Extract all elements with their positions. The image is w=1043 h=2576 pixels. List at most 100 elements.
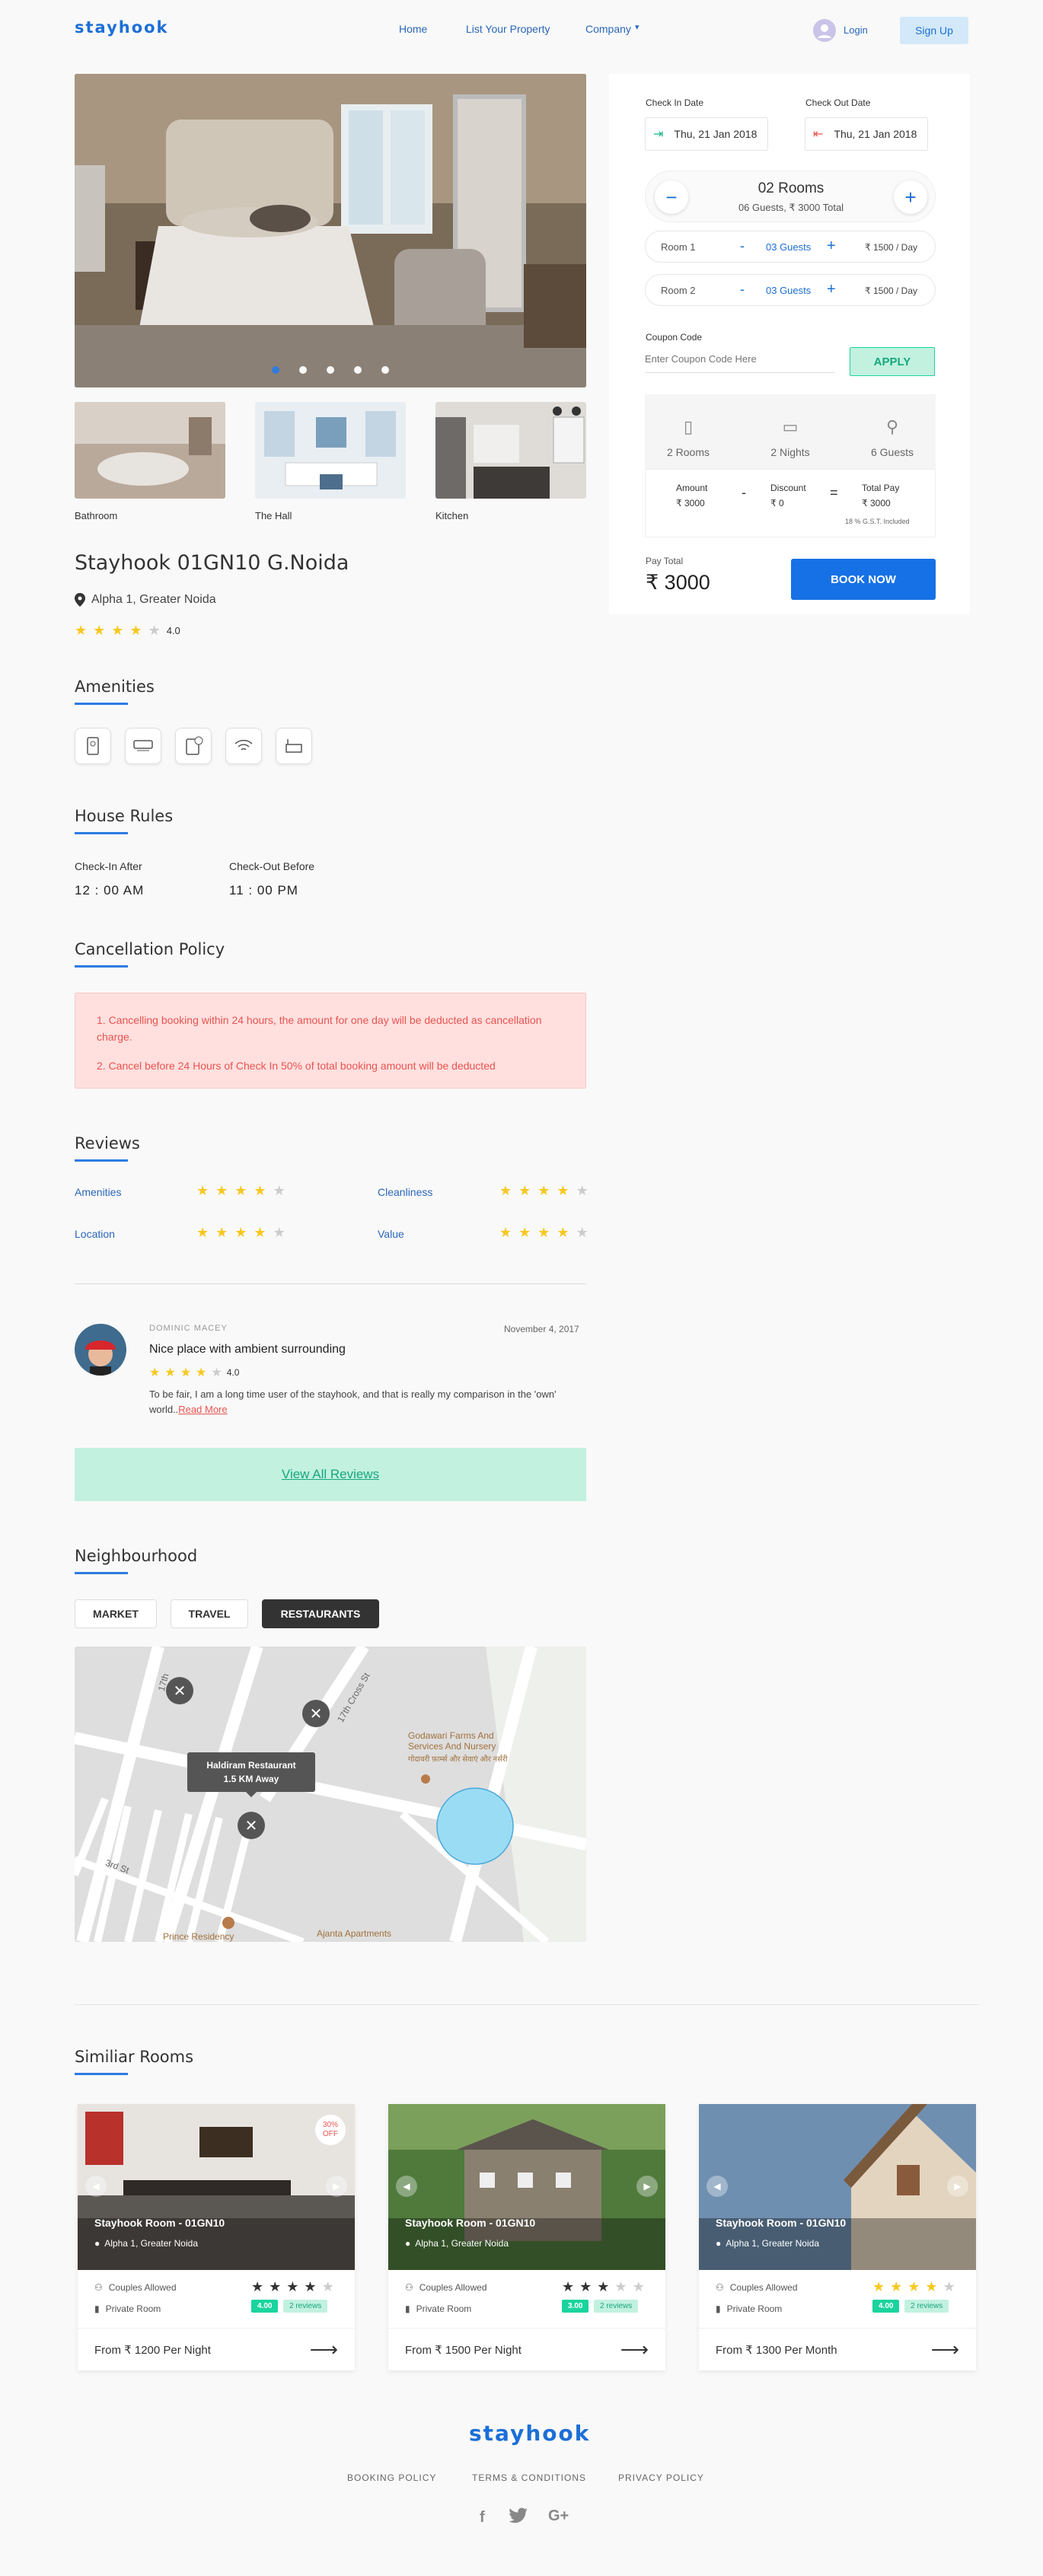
carousel-dot[interactable]: [299, 366, 307, 374]
increase-rooms-button[interactable]: +: [894, 180, 927, 214]
chevron-left-icon[interactable]: ◀: [706, 2176, 728, 2197]
thumb-bathroom[interactable]: [75, 402, 225, 499]
similar-room-card[interactable]: ◀ ▶ Stayhook Room - 01GN10 ● Alpha 1, Gre…: [699, 2104, 976, 2370]
increase-guests-button[interactable]: +: [827, 281, 836, 298]
carousel-dot[interactable]: [381, 366, 389, 374]
room-price: From ₹ 1300 Per Month: [716, 2343, 837, 2357]
review-stars: ★ ★ ★ ★ ★: [196, 1225, 285, 1240]
chevron-right-icon[interactable]: ▶: [947, 2176, 968, 2197]
neighbourhood-heading: Neighbourhood: [75, 1547, 198, 1574]
similar-rooms-heading: Similiar Rooms: [75, 2048, 194, 2075]
room-footer: From ₹ 1300 Per Month ⟶: [699, 2328, 976, 2370]
read-more-link[interactable]: Read More: [178, 1404, 227, 1415]
room-price: From ₹ 1500 Per Night: [405, 2343, 522, 2357]
increase-guests-button[interactable]: +: [827, 238, 836, 255]
arrow-right-icon[interactable]: ⟶: [620, 2338, 649, 2361]
coupon-input[interactable]: [645, 346, 835, 373]
pay-total-label: Pay Total: [646, 556, 684, 566]
checkout-date-value: Thu, 21 Jan 2018: [834, 128, 917, 140]
chevron-down-icon: ▾: [635, 23, 640, 32]
tab-travel[interactable]: TRAVEL: [171, 1599, 248, 1628]
room-name: Stayhook Room - 01GN10: [94, 2217, 225, 2229]
room-row: Room 1 - 03 Guests + ₹ 1500 / Day: [645, 231, 936, 263]
chevron-left-icon[interactable]: ◀: [396, 2176, 417, 2197]
arrow-right-icon[interactable]: ⟶: [310, 2338, 338, 2361]
footer-logo[interactable]: stayhook: [469, 2421, 590, 2446]
google-plus-icon[interactable]: G+: [548, 2507, 569, 2525]
feature-private: ▮ Private Room: [405, 2303, 471, 2314]
terms-link[interactable]: TERMS & CONDITIONS: [472, 2472, 586, 2483]
booking-policy-link[interactable]: BOOKING POLICY: [347, 2472, 436, 2483]
logo[interactable]: stayhook: [75, 18, 169, 37]
neighbourhood-map[interactable]: 17th 17th Cross St 3rd St Godawari Farms…: [75, 1647, 586, 1942]
nav-list-property[interactable]: List Your Property: [466, 23, 550, 35]
chevron-left-icon[interactable]: ◀: [85, 2176, 107, 2197]
chevron-right-icon[interactable]: ▶: [326, 2176, 347, 2197]
map-popup: Haldiram Restaurant 1.5 KM Away: [187, 1752, 315, 1792]
similar-room-card[interactable]: ◀ ▶ Stayhook Room - 01GN10 ● Alpha 1, Gre…: [388, 2104, 665, 2370]
thumb-caption: The Hall: [255, 510, 292, 521]
review-category: Value: [378, 1228, 404, 1240]
guests-count: 03 Guests: [766, 241, 812, 253]
review-stars: ★ ★ ★ ★ ★: [196, 1183, 285, 1198]
reviews-badge: 2 reviews: [594, 2300, 639, 2313]
twitter-icon[interactable]: [509, 2507, 528, 2528]
tab-restaurants[interactable]: RESTAURANTS: [262, 1599, 379, 1628]
reviews-heading: Reviews: [75, 1134, 140, 1162]
decrease-guests-button[interactable]: -: [740, 282, 745, 298]
nav-home[interactable]: Home: [399, 23, 427, 35]
property-rating: ★ ★ ★ ★ ★ 4.0: [75, 623, 180, 639]
location-pin-icon: ●: [405, 2238, 411, 2249]
room-footer: From ₹ 1500 Per Night ⟶: [388, 2328, 665, 2370]
carousel-dot[interactable]: [272, 366, 279, 374]
facebook-icon[interactable]: f: [480, 2509, 485, 2527]
book-now-button[interactable]: BOOK NOW: [791, 559, 936, 600]
restaurant-marker-icon[interactable]: ✕: [302, 1700, 330, 1727]
hero-image: [75, 74, 586, 387]
chevron-right-icon[interactable]: ▶: [636, 2176, 658, 2197]
score-badge: 4.00: [872, 2300, 900, 2313]
carousel-dot[interactable]: [327, 366, 334, 374]
minus-icon: -: [742, 485, 746, 500]
apply-coupon-button[interactable]: APPLY: [850, 347, 935, 376]
tab-market[interactable]: MARKET: [75, 1599, 157, 1628]
review-stars: ★ ★ ★ ★ ★: [499, 1183, 588, 1198]
nav-company[interactable]: Company: [585, 23, 631, 35]
star-icon: ★: [93, 623, 106, 638]
avatar[interactable]: [813, 19, 836, 42]
review-title: Nice place with ambient surrounding: [149, 1343, 346, 1356]
privacy-link[interactable]: PRIVACY POLICY: [618, 2472, 704, 2483]
carousel-dot[interactable]: [354, 366, 362, 374]
thumb-hall[interactable]: [255, 402, 406, 499]
room-location: ● Alpha 1, Greater Noida: [94, 2238, 198, 2249]
property-title: Stayhook 01GN10 G.Noida: [75, 551, 349, 575]
checkout-label: Check-Out Before: [229, 860, 315, 872]
arrow-right-icon[interactable]: ⟶: [931, 2338, 959, 2361]
restaurant-marker-icon[interactable]: ✕: [166, 1677, 193, 1704]
feature-text: Couples Allowed: [729, 2282, 798, 2293]
login-link[interactable]: Login: [844, 24, 868, 36]
star-icon: ★: [148, 623, 161, 638]
view-all-reviews-button[interactable]: View All Reviews: [75, 1448, 586, 1501]
amenities-heading: Amenities: [75, 677, 155, 705]
checkout-date-field[interactable]: ⇤ Thu, 21 Jan 2018: [805, 117, 928, 151]
summary-rooms-text: 2 Rooms: [666, 446, 710, 458]
summary-nights-text: 2 Nights: [770, 446, 810, 458]
feature-text: Private Room: [416, 2303, 472, 2314]
cancellation-policy: 1. Cancelling booking within 24 hours, t…: [75, 993, 586, 1089]
discount-label: Discount: [770, 483, 806, 493]
signup-button[interactable]: Sign Up: [900, 17, 968, 44]
checkin-date-field[interactable]: ⇥ Thu, 21 Jan 2018: [645, 117, 768, 151]
decrease-guests-button[interactable]: -: [740, 238, 745, 254]
room-service-icon: [175, 728, 212, 764]
room-location-text: Alpha 1, Greater Noida: [726, 2238, 819, 2249]
feature-couples: ⚇ Couples Allowed: [405, 2282, 487, 2293]
feature-text: Private Room: [105, 2303, 161, 2314]
guests-count: 03 Guests: [766, 285, 812, 296]
similar-room-card[interactable]: 30% OFF ◀ ▶ Stayhook Room - 01GN10 ● Alph…: [78, 2104, 355, 2370]
restaurant-marker-icon[interactable]: ✕: [238, 1812, 265, 1839]
star-icon: ★: [75, 623, 88, 638]
policy-item: 1. Cancelling booking within 24 hours, t…: [97, 1014, 542, 1043]
thumb-kitchen[interactable]: [435, 402, 586, 499]
room-row: Room 2 - 03 Guests + ₹ 1500 / Day: [645, 274, 936, 306]
